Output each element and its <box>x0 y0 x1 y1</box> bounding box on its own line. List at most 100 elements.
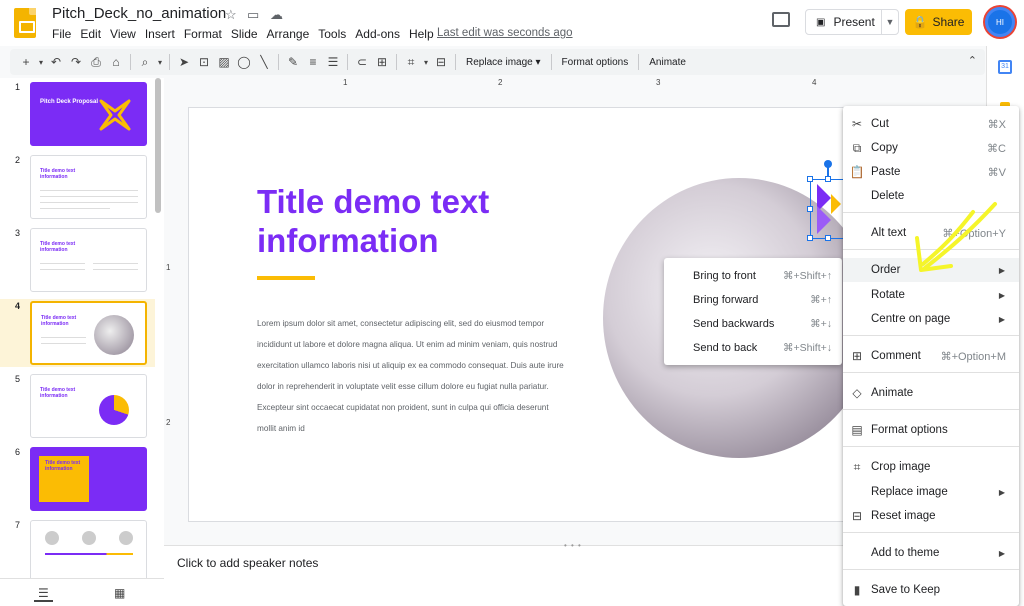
thumbnail-line <box>93 269 138 270</box>
slide-title[interactable]: Title demo text information <box>257 182 587 260</box>
format-options-button[interactable]: Format options <box>556 57 635 68</box>
slide-thumbnail-4[interactable]: Title demo text information <box>30 301 147 365</box>
shape-icon[interactable]: ◯ <box>234 55 254 69</box>
thumbnail-line <box>40 269 85 270</box>
menu-addons[interactable]: Add-ons <box>355 27 400 41</box>
menu-item-reset[interactable]: ⊟ Reset image <box>843 504 1019 528</box>
redo-icon[interactable]: ↷ <box>66 55 86 69</box>
present-button[interactable]: ▣ Present ▼ <box>805 9 899 35</box>
zoom-dropdown-icon[interactable]: ▾ <box>155 58 165 67</box>
menu-item-cut[interactable]: ✂ Cut ⌘X <box>843 112 1019 136</box>
zoom-icon[interactable]: ⌕ <box>135 55 155 70</box>
slide-thumbnail-5[interactable]: Title demo text information <box>30 374 147 438</box>
move-folder-icon[interactable]: ▭ <box>247 7 259 23</box>
menu-item-rotate[interactable]: Rotate ▶ <box>843 283 1019 307</box>
print-icon[interactable]: ⎙ <box>86 55 106 70</box>
resize-handle[interactable] <box>807 235 813 241</box>
menu-item-copy[interactable]: ⧉ Copy ⌘C <box>843 136 1019 160</box>
add-comment-icon[interactable]: ⊞ <box>372 55 392 69</box>
menu-view[interactable]: View <box>110 27 136 41</box>
slide-thumbnail-2[interactable]: Title demo text information <box>30 155 147 219</box>
select-icon[interactable]: ➤ <box>174 55 194 69</box>
toolbar-divider <box>396 54 397 70</box>
crop-icon[interactable]: ⌗ <box>401 55 421 70</box>
slide-thumbnail-3[interactable]: Title demo text information <box>30 228 147 292</box>
reset-image-icon[interactable]: ⊟ <box>431 55 451 69</box>
last-edit-link[interactable]: Last edit was seconds ago <box>437 27 573 39</box>
menu-arrange[interactable]: Arrange <box>267 27 310 41</box>
filmstrip-scrollbar[interactable] <box>155 78 161 213</box>
slide-thumbnail-6[interactable]: Title demo text information <box>30 447 147 511</box>
menu-item-comment[interactable]: ⊞ Comment ⌘+Option+M <box>843 344 1019 368</box>
document-title[interactable]: Pitch_Deck_no_animation <box>52 5 226 22</box>
menu-item-paste[interactable]: 📋 Paste ⌘V <box>843 160 1019 184</box>
menu-tools[interactable]: Tools <box>318 27 346 41</box>
send-backwards-item[interactable]: Send backwards ⌘+↓ <box>664 312 842 336</box>
menu-item-centre[interactable]: Centre on page ▶ <box>843 307 1019 331</box>
undo-icon[interactable]: ↶ <box>46 55 66 69</box>
paint-format-icon[interactable]: ⌂ <box>106 55 126 69</box>
text-box-icon[interactable]: ⊡ <box>194 55 214 69</box>
comment-history-icon[interactable] <box>772 12 790 27</box>
border-dash-icon[interactable]: ☰ <box>323 55 343 69</box>
menu-item-label: Comment <box>871 350 921 362</box>
menu-help[interactable]: Help <box>409 27 434 41</box>
calendar-icon[interactable]: 31 <box>998 60 1012 74</box>
new-slide-icon[interactable]: + <box>16 55 36 69</box>
collapse-toolbar-icon[interactable]: ⌃ <box>968 54 977 67</box>
grid-view-icon[interactable]: ▦ <box>114 586 125 600</box>
resize-handle[interactable] <box>807 176 813 182</box>
title-underline[interactable] <box>257 276 315 280</box>
avatar[interactable]: HI <box>985 7 1015 37</box>
menu-item-crop[interactable]: ⌗ Crop image <box>843 455 1019 479</box>
image-icon[interactable]: ▨ <box>214 55 234 69</box>
shortcut-label: ⌘+Shift+↑ <box>782 270 832 282</box>
menu-item-animate[interactable]: ◇ Animate <box>843 381 1019 405</box>
menu-item-add-theme[interactable]: Add to theme ▶ <box>843 541 1019 565</box>
border-color-icon[interactable]: ✎ <box>283 55 303 69</box>
bring-forward-item[interactable]: Bring forward ⌘+↑ <box>664 288 842 312</box>
notes-resize-handle[interactable]: • • • <box>564 541 582 550</box>
menu-slide[interactable]: Slide <box>231 27 258 41</box>
thumbnail-title: Title demo text information <box>40 168 76 180</box>
selection-box[interactable] <box>807 160 844 241</box>
menu-edit[interactable]: Edit <box>80 27 101 41</box>
crop-dropdown-icon[interactable]: ▾ <box>421 58 431 67</box>
slide-thumbnail-7[interactable] <box>30 520 147 584</box>
submenu-arrow-icon: ▶ <box>998 487 1005 497</box>
link-icon[interactable]: ⊂ <box>352 55 372 69</box>
ruler-label: 1 <box>166 263 171 272</box>
menu-item-replace[interactable]: Replace image ▶ <box>843 480 1019 504</box>
resize-handle[interactable] <box>825 235 831 241</box>
present-dropdown-icon[interactable]: ▼ <box>882 17 898 27</box>
animate-button[interactable]: Animate <box>643 57 692 68</box>
slide-thumbnail-1[interactable]: Pitch Deck Proposal <box>30 82 147 146</box>
filmstrip-view-icon[interactable]: ☰ <box>34 586 53 602</box>
share-button[interactable]: 🔒 Share <box>905 9 972 35</box>
new-slide-dropdown-icon[interactable]: ▾ <box>36 58 46 67</box>
thumbnail-line <box>40 196 138 197</box>
resize-handle[interactable] <box>807 206 813 212</box>
send-to-back-item[interactable]: Send to back ⌘+Shift+↓ <box>664 336 842 360</box>
menu-format[interactable]: Format <box>184 27 222 41</box>
slide-number: 7 <box>15 520 21 530</box>
menu-item-label: Add to theme <box>871 547 940 559</box>
replace-image-button[interactable]: Replace image ▾ <box>460 57 547 68</box>
border-weight-icon[interactable]: ≡ <box>303 55 323 69</box>
bring-to-front-item[interactable]: Bring to front ⌘+Shift+↑ <box>664 264 842 288</box>
menu-divider <box>843 569 1019 570</box>
menu-item-save-to-keep[interactable]: ▮ Save to Keep <box>843 578 1019 602</box>
crop-icon: ⌗ <box>853 459 861 474</box>
cloud-saved-icon[interactable]: ☁ <box>270 7 283 23</box>
line-icon[interactable]: ╲ <box>254 55 274 69</box>
slide-body-text[interactable]: Lorem ipsum dolor sit amet, consectetur … <box>257 313 567 439</box>
menu-divider <box>843 335 1019 336</box>
menu-item-format-options[interactable]: ▤ Format options <box>843 418 1019 442</box>
menu-file[interactable]: File <box>52 27 71 41</box>
thumbnail-circle <box>45 531 59 545</box>
resize-handle[interactable] <box>825 176 831 182</box>
rotate-handle[interactable] <box>824 160 832 168</box>
slides-logo-icon[interactable] <box>14 8 36 38</box>
star-icon[interactable]: ☆ <box>225 7 237 23</box>
menu-insert[interactable]: Insert <box>145 27 175 41</box>
